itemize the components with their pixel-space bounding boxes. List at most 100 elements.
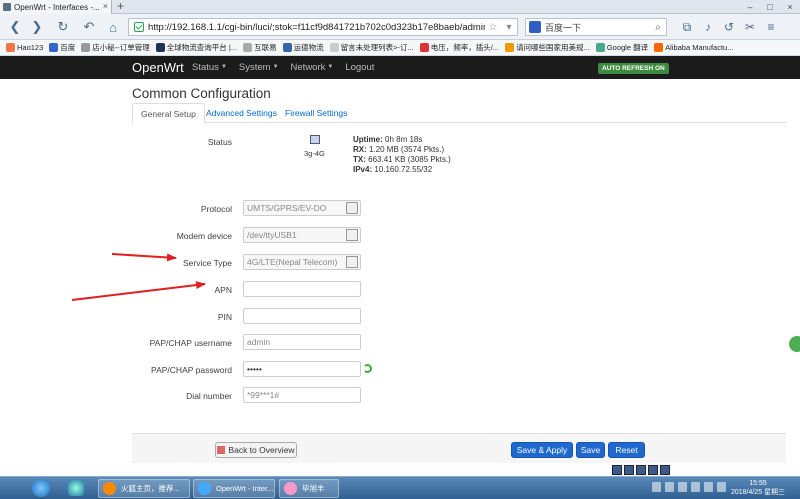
save-apply-button[interactable]: Save & Apply <box>511 442 573 458</box>
ime-icon[interactable] <box>636 465 646 475</box>
refresh-icon[interactable]: ↻ <box>54 17 72 37</box>
cut-icon[interactable]: ✂ <box>743 18 757 36</box>
bookmark-item[interactable]: 全球物流查询平台 |... <box>155 42 237 53</box>
close-window-icon[interactable]: × <box>780 0 800 14</box>
status-label: Status <box>207 137 232 147</box>
bookmark-item[interactable]: 请问哪些国家用美规... <box>505 42 590 53</box>
menu-status[interactable]: Status ▼ <box>192 62 227 73</box>
secure-shield-icon <box>134 22 144 32</box>
apn-input[interactable] <box>243 281 361 297</box>
menu-network[interactable]: Network ▼ <box>291 62 334 73</box>
url-dropdown-icon[interactable]: ▾ <box>501 22 517 33</box>
bookmark-item[interactable]: 互联易 <box>243 42 277 53</box>
dropdown-icon[interactable] <box>346 229 358 241</box>
dial-number-input[interactable]: *99***1# <box>243 387 361 403</box>
bookmark-item[interactable]: 店小秘--订单管理 <box>81 42 150 53</box>
tray-icon[interactable] <box>704 482 713 492</box>
auto-refresh-badge[interactable]: AUTO REFRESH ON <box>598 63 669 74</box>
bookmark-item[interactable]: 电压，频率，插头/... <box>419 42 499 53</box>
reveal-password-icon[interactable] <box>363 364 372 373</box>
menu-system[interactable]: System ▼ <box>239 62 279 73</box>
brand-logo[interactable]: OpenWrt <box>132 60 184 75</box>
ime-icon[interactable] <box>612 465 622 475</box>
page-title: Common Configuration <box>132 86 271 101</box>
bookmark-item[interactable]: Google 翻译 <box>595 42 648 53</box>
bookmark-icon <box>282 43 292 52</box>
rx-value: 1.20 MB (3574 Pkts.) <box>369 145 445 154</box>
menu-logout[interactable]: Logout <box>345 62 374 73</box>
password-input[interactable]: ••••• <box>243 361 361 377</box>
ime-icon[interactable] <box>660 465 670 475</box>
dropdown-icon[interactable] <box>346 256 358 268</box>
uptime-value: 0h 8m 18s <box>385 135 423 144</box>
browser-tab[interactable]: OpenWrt - Interfaces -... × <box>0 0 112 14</box>
back-icon[interactable]: ❮ <box>6 17 24 37</box>
tray-icon[interactable] <box>678 482 687 492</box>
taskbar-task[interactable]: 毕旭丰 <box>279 479 339 498</box>
system-tray <box>652 482 726 492</box>
search-engine-icon[interactable] <box>529 21 541 33</box>
username-input[interactable]: admin <box>243 334 361 350</box>
taskbar-clock[interactable]: 15:55 2018/4/25 星期三 <box>728 479 788 497</box>
tray-icon[interactable] <box>652 482 661 492</box>
bookmark-item[interactable]: 运德物流 <box>282 42 324 53</box>
tab-general-setup[interactable]: General Setup <box>132 103 205 124</box>
dropdown-icon[interactable] <box>346 202 358 214</box>
tray-icon[interactable] <box>717 482 726 492</box>
modem-device-select[interactable]: /dev/ttyUSB1 <box>243 227 361 243</box>
pin-input[interactable] <box>243 308 361 324</box>
tab-advanced-settings[interactable]: Advanced Settings <box>198 103 285 123</box>
forward-icon[interactable]: ❯ <box>28 17 46 37</box>
side-float-icon[interactable] <box>789 336 800 352</box>
bookmark-icon <box>419 43 429 52</box>
address-url[interactable]: http://192.168.1.1/cgi-bin/luci/;stok=f1… <box>148 22 485 33</box>
bookmark-icon <box>6 43 15 52</box>
protocol-select[interactable]: UMTS/GPRS/EV-DO <box>243 200 361 216</box>
bookmark-item[interactable]: 百度 <box>49 42 75 53</box>
main-menu: Status ▼ System ▼ Network ▼ Logout <box>192 62 374 73</box>
reset-button[interactable]: Reset <box>608 442 645 458</box>
browser-navbar: ❮ ❯ ↻ ↶ ⌂ http://192.168.1.1/cgi-bin/luc… <box>0 14 800 40</box>
pin-label: PIN <box>217 312 232 322</box>
bookmark-item[interactable]: Alibaba Manufactu... <box>654 43 734 52</box>
minimize-icon[interactable]: – <box>740 0 760 14</box>
bookmarks-bar: Hao123 百度 店小秘--订单管理 全球物流查询平台 |... 互联易 运德… <box>0 40 800 56</box>
menu-icon[interactable]: ≡ <box>764 18 778 36</box>
close-tab-icon[interactable]: × <box>103 1 108 11</box>
bookmark-item[interactable]: 留言未处理列表>-订... <box>329 42 414 53</box>
bookmark-icon <box>654 43 664 52</box>
search-icon[interactable]: ⌕ <box>650 22 666 33</box>
tab-firewall-settings[interactable]: Firewall Settings <box>277 103 355 123</box>
service-type-select[interactable]: 4G/LTE(Nepal Telecom) <box>243 254 361 270</box>
search-input[interactable]: 百度一下 <box>545 21 650 34</box>
back-to-overview-button[interactable]: Back to Overview <box>215 442 297 458</box>
undo-close-icon[interactable]: ↺ <box>722 18 736 36</box>
tray-icon[interactable] <box>691 482 700 492</box>
taskbar-task[interactable]: 火狐主页，推荐... <box>98 479 190 498</box>
save-button[interactable]: Save <box>576 442 605 458</box>
modem-device-label: Modem device <box>176 231 232 241</box>
bookmark-icon <box>505 43 515 52</box>
openwrt-header: OpenWrt Status ▼ System ▼ Network ▼ Logout … <box>0 56 800 79</box>
start-button-icon[interactable] <box>32 479 50 497</box>
taskbar-task[interactable]: OpenWrt - Inter... <box>193 479 275 498</box>
username-label: PAP/CHAP username <box>149 338 232 348</box>
sound-icon[interactable]: ♪ <box>701 18 715 36</box>
ime-icon[interactable] <box>648 465 658 475</box>
bookmark-star-icon[interactable]: ☆ <box>485 22 501 33</box>
home-icon[interactable]: ⌂ <box>104 17 122 37</box>
service-type-label: Service Type <box>183 258 232 268</box>
bookmark-icon <box>243 43 253 52</box>
screenshot-icon[interactable]: ⧉ <box>680 18 694 36</box>
address-bar[interactable]: http://192.168.1.1/cgi-bin/luci/;stok=f1… <box>128 18 518 36</box>
interface-name: 3g-4G <box>304 149 325 158</box>
new-tab-icon[interactable]: + <box>117 0 124 13</box>
undo-icon[interactable]: ↶ <box>78 17 100 37</box>
ie-icon[interactable] <box>68 480 84 496</box>
maximize-icon[interactable]: □ <box>760 0 780 14</box>
search-box[interactable]: 百度一下 ⌕ <box>525 18 667 36</box>
tx-value: 663.41 KB (3085 Pkts.) <box>368 155 451 164</box>
tray-icon[interactable] <box>665 482 674 492</box>
ime-icon[interactable] <box>624 465 634 475</box>
bookmark-item[interactable]: Hao123 <box>6 43 43 52</box>
